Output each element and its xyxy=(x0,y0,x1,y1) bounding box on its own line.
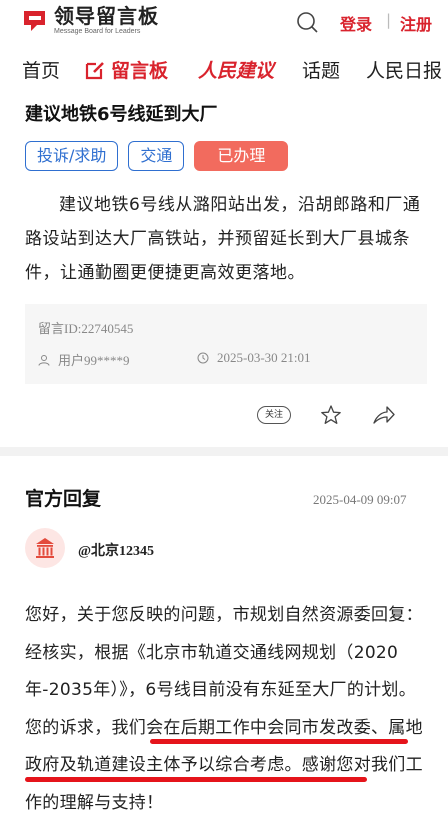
star-icon[interactable] xyxy=(320,404,342,426)
login-link[interactable]: 登录 xyxy=(340,11,372,35)
post-time: 2025-03-30 21:01 xyxy=(197,350,311,366)
post-title: 建议地铁6号线延到大厂 xyxy=(25,104,218,125)
nav-message-board-label: 留言板 xyxy=(111,60,169,82)
post-author-name: 用户99****9 xyxy=(58,353,130,368)
reply-heading: 官方回复 xyxy=(25,488,102,510)
status-badge: 已办理 xyxy=(194,141,289,171)
logo-subtitle: Message Board for Leaders xyxy=(54,28,141,35)
edit-icon xyxy=(85,61,104,79)
highlight-underline-2 xyxy=(25,777,367,782)
logo-mark-icon xyxy=(24,10,45,31)
header-separator: | xyxy=(386,11,392,29)
user-icon xyxy=(38,354,50,366)
nav-peoples-daily[interactable]: 人民日报 xyxy=(366,56,442,83)
reply-date: 2025-04-09 09:07 xyxy=(313,492,407,507)
section-divider xyxy=(0,447,448,456)
nav-topics[interactable]: 话题 xyxy=(302,56,340,83)
register-link[interactable]: 注册 xyxy=(400,11,432,35)
message-id: 留言ID:22740545 xyxy=(38,321,134,336)
post-author: 用户99****9 xyxy=(38,350,130,369)
tag-category[interactable]: 投诉/求助 xyxy=(25,141,119,171)
share-icon[interactable] xyxy=(372,404,396,426)
top-bar: 领导留言板 Message Board for Leaders 登录 | 注册 xyxy=(0,0,448,44)
nav-people-suggestion[interactable]: 人民建议 xyxy=(198,56,274,83)
logo[interactable]: 领导留言板 Message Board for Leaders xyxy=(22,6,159,35)
post-time-value: 2025-03-30 21:01 xyxy=(217,350,311,365)
government-building-icon xyxy=(36,538,54,558)
tag-list: 投诉/求助 交通 已办理 xyxy=(25,141,298,171)
org-name: @北京12345 xyxy=(78,544,155,559)
org-avatar xyxy=(25,528,65,568)
follow-button[interactable]: 关注 xyxy=(257,406,291,424)
clock-icon xyxy=(197,352,209,364)
highlight-underline-1 xyxy=(150,739,408,744)
post-meta: 留言ID:22740545 用户99****9 2025-03-30 21:01 xyxy=(25,304,427,384)
post-body-text: 建议地铁6号线从潞阳站出发，沿胡郎路和厂通路设站到达大厂高铁站，并预留延长到大厂… xyxy=(25,195,421,283)
nav-home[interactable]: 首页 xyxy=(22,56,60,83)
main-nav: 首页 留言板 人民建议 话题 人民日报 xyxy=(0,44,448,90)
tag-domain[interactable]: 交通 xyxy=(128,141,185,171)
nav-message-board[interactable]: 留言板 xyxy=(84,56,168,83)
search-icon[interactable] xyxy=(295,10,319,34)
post-body: 建议地铁6号线从潞阳站出发，沿胡郎路和厂通路设站到达大厂高铁站，并预留延长到大厂… xyxy=(25,188,425,290)
logo-title: 领导留言板 xyxy=(54,4,159,28)
